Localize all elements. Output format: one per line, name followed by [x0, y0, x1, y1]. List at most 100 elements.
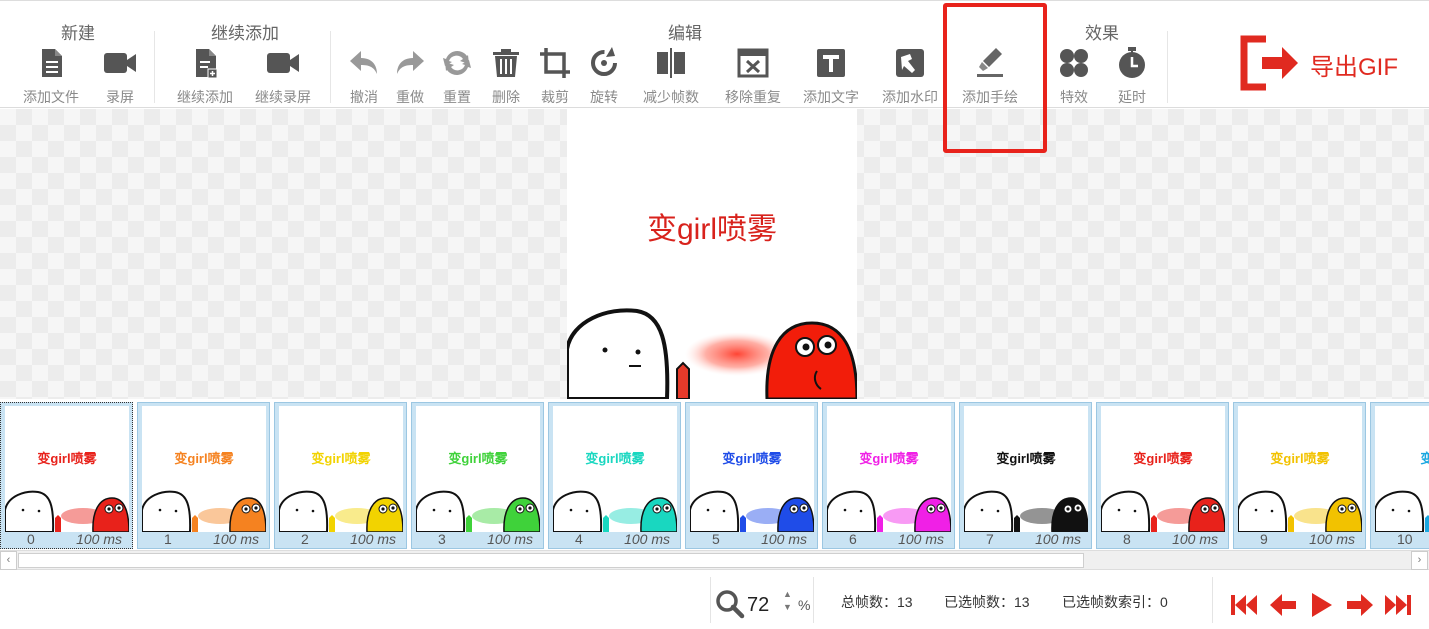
- crop-icon: [537, 45, 573, 81]
- frame-duration[interactable]: 100 ms: [624, 531, 670, 547]
- record-button[interactable]: 录屏: [98, 45, 142, 107]
- first-frame-button[interactable]: [1229, 591, 1259, 619]
- crop-label: 裁剪: [541, 89, 569, 105]
- previous-frame-button[interactable]: [1268, 591, 1298, 619]
- frame-duration[interactable]: 100 ms: [761, 531, 807, 547]
- frame-image: 变girl喷雾: [690, 406, 814, 532]
- export-gif-label: 导出GIF: [1310, 54, 1398, 81]
- delete-button[interactable]: 删除: [486, 45, 526, 107]
- group-title-new: 新建: [61, 24, 95, 43]
- separator: [330, 31, 331, 103]
- file-add-icon: [187, 45, 223, 81]
- frame-image: 变girl喷雾: [142, 406, 266, 532]
- frame-illustration: [964, 490, 1088, 532]
- frame-image: 变girl喷雾: [1238, 406, 1362, 532]
- frame-filmstrip[interactable]: 变girl喷雾 0 100 ms 变girl喷雾 1 100 ms 变girl喷雾 2 100 …: [0, 400, 1429, 550]
- frame-duration[interactable]: 100 ms: [1035, 531, 1081, 547]
- frame-duration[interactable]: 100 ms: [898, 531, 944, 547]
- frame-illustration: [416, 490, 540, 532]
- frame-thumbnail[interactable]: 变girl喷雾 6 100 ms: [822, 402, 955, 549]
- toolbar: 新建 添加文件 录屏 继续添加 继续添加 继续录屏 编辑 撤消 重做 重置 删除…: [0, 0, 1429, 153]
- frame-duration[interactable]: 100 ms: [487, 531, 533, 547]
- continue-record-button[interactable]: 继续录屏: [250, 45, 316, 107]
- play-icon: [1312, 593, 1332, 617]
- frame-illustration: [5, 490, 129, 532]
- continue-add-button[interactable]: 继续添加: [172, 45, 238, 107]
- frame-duration[interactable]: 100 ms: [76, 531, 122, 547]
- add-file-button[interactable]: 添加文件: [18, 45, 84, 107]
- group-title-continue: 继续添加: [211, 24, 279, 43]
- remove-duplicates-button[interactable]: 移除重复: [720, 45, 786, 107]
- frame-duration[interactable]: 100 ms: [350, 531, 396, 547]
- text-icon: [813, 45, 849, 81]
- export-gif-button[interactable]: 导出GIF: [1240, 35, 1410, 91]
- rotate-button[interactable]: 旋转: [584, 45, 624, 107]
- remove-window-icon: [735, 45, 771, 81]
- frame-thumbnail[interactable]: 变girl10100 ms: [1370, 402, 1429, 549]
- scroll-left-button[interactable]: ‹: [0, 551, 17, 570]
- continue-add-label: 继续添加: [177, 89, 233, 105]
- crop-button[interactable]: 裁剪: [535, 45, 575, 107]
- preview-illustration: [567, 308, 857, 399]
- frame-illustration: [279, 490, 403, 532]
- rotate-icon: [586, 45, 622, 81]
- frame-thumbnail[interactable]: 变girl喷雾 7 100 ms: [959, 402, 1092, 549]
- undo-button[interactable]: 撤消: [344, 45, 384, 107]
- frame-duration[interactable]: 100 ms: [213, 531, 259, 547]
- add-watermark-label: 添加水印: [882, 89, 938, 105]
- frame-image: 变girl喷雾: [964, 406, 1088, 532]
- reduce-frames-button[interactable]: 减少帧数: [638, 45, 704, 107]
- redo-button[interactable]: 重做: [390, 45, 430, 107]
- last-frame-button[interactable]: [1383, 591, 1413, 619]
- frame-thumbnail[interactable]: 变girl喷雾 9 100 ms: [1233, 402, 1366, 549]
- arrow-left-icon: [1270, 594, 1296, 616]
- frame-duration[interactable]: 100 ms: [1309, 531, 1355, 547]
- preview-frame[interactable]: 变girl喷雾: [567, 109, 857, 399]
- frame-thumbnail[interactable]: 变girl喷雾 4 100 ms: [548, 402, 681, 549]
- frame-thumbnail[interactable]: 变girl喷雾 5 100 ms: [685, 402, 818, 549]
- delay-button[interactable]: 延时: [1112, 45, 1152, 107]
- undo-icon: [346, 45, 382, 81]
- frame-thumbnail[interactable]: 变girl喷雾 8 100 ms: [1096, 402, 1229, 549]
- first-frame-icon: [1231, 595, 1257, 615]
- split-frames-icon: [653, 45, 689, 81]
- frame-image: 变girl喷雾: [827, 406, 951, 532]
- status-bar: 72 ▲ ▼ % 总帧数：13 已选帧数：13 已选帧数索引：0: [0, 571, 1429, 629]
- frame-duration[interactable]: 100 ms: [1172, 531, 1218, 547]
- horizontal-scrollbar[interactable]: ‹ ›: [0, 550, 1429, 570]
- watermark-icon: [892, 45, 928, 81]
- frame-thumbnail[interactable]: 变girl喷雾 2 100 ms: [274, 402, 407, 549]
- zoom-spinner[interactable]: ▲ ▼: [783, 588, 792, 614]
- special-effects-label: 特效: [1060, 89, 1088, 105]
- add-text-button[interactable]: 添加文字: [798, 45, 864, 107]
- frame-thumbnail[interactable]: 变girl喷雾 3 100 ms: [411, 402, 544, 549]
- frame-illustration: [690, 490, 814, 532]
- add-watermark-button[interactable]: 添加水印: [877, 45, 943, 107]
- trash-icon: [488, 45, 524, 81]
- next-frame-button[interactable]: [1345, 591, 1375, 619]
- frame-illustration: [1101, 490, 1225, 532]
- scroll-right-button[interactable]: ›: [1411, 551, 1428, 570]
- frame-index: 6: [849, 531, 857, 547]
- last-frame-icon: [1385, 595, 1411, 615]
- special-effects-button[interactable]: 特效: [1054, 45, 1094, 107]
- frame-thumbnail[interactable]: 变girl喷雾 0 100 ms: [0, 402, 133, 549]
- frame-index: 0: [27, 531, 35, 547]
- frame-thumbnail[interactable]: 变girl喷雾 1 100 ms: [137, 402, 270, 549]
- scrollbar-thumb[interactable]: [18, 553, 1084, 568]
- zoom-value-input[interactable]: 72: [747, 594, 769, 617]
- clover-icon: [1056, 45, 1092, 81]
- frame-image: 变girl喷雾: [1101, 406, 1225, 532]
- video-camera-icon: [265, 45, 301, 81]
- play-button[interactable]: [1307, 591, 1337, 619]
- canvas-area: 变girl喷雾: [0, 109, 1429, 399]
- frame-index: 2: [301, 531, 309, 547]
- add-text-label: 添加文字: [803, 89, 859, 105]
- frame-image: 变girl喷雾: [553, 406, 677, 532]
- group-title-edit: 编辑: [668, 24, 702, 43]
- reset-button[interactable]: 重置: [437, 45, 477, 107]
- highlight-box: [943, 3, 1047, 153]
- frame-illustration: [827, 490, 951, 532]
- group-title-effects: 效果: [1085, 24, 1119, 43]
- undo-label: 撤消: [350, 89, 378, 105]
